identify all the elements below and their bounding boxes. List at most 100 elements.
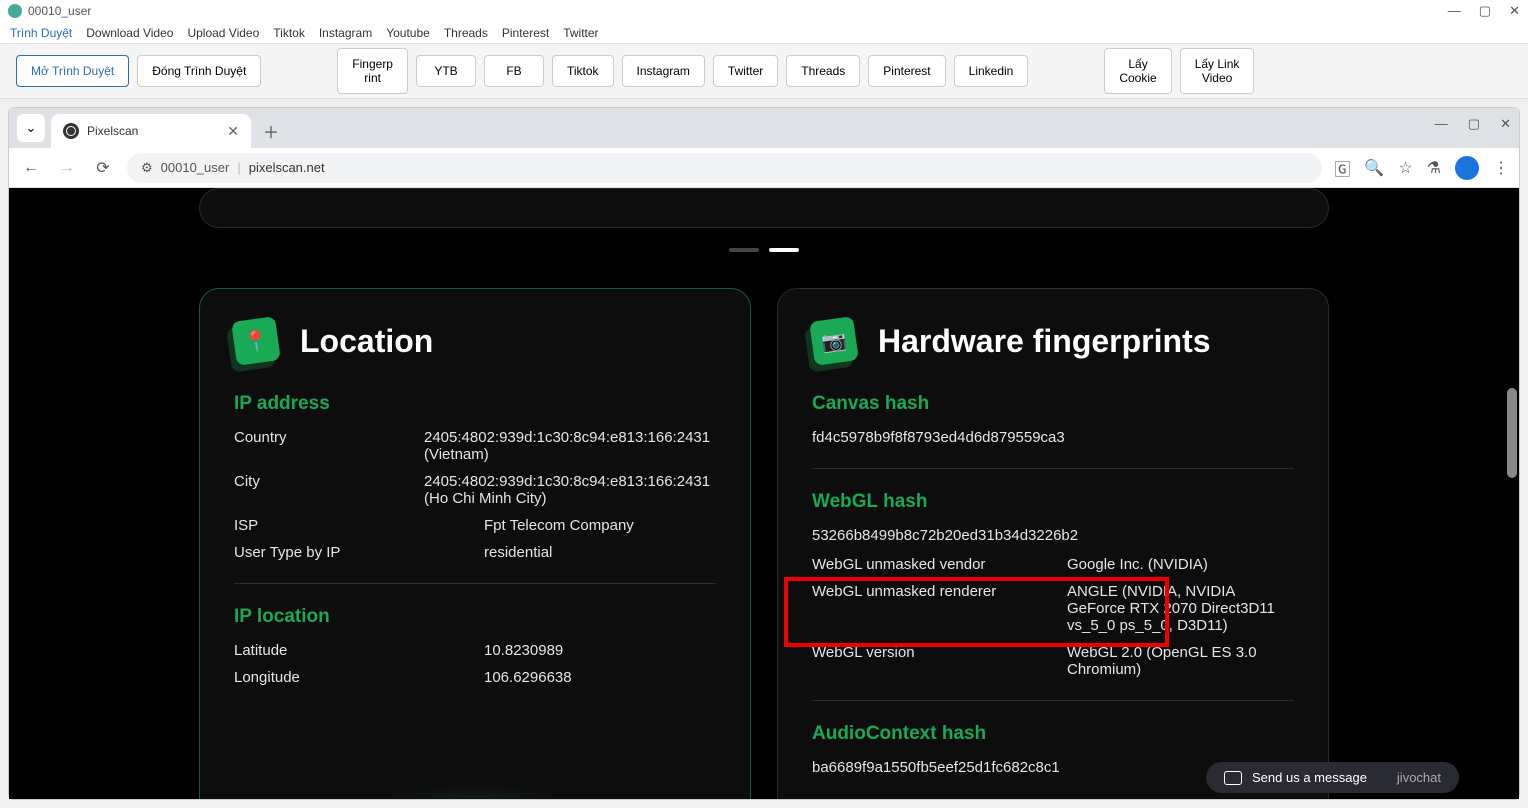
address-url: pixelscan.net	[249, 160, 325, 175]
maximize-icon[interactable]: ▢	[1479, 3, 1491, 19]
fb-button[interactable]: FB	[484, 55, 544, 87]
browser-minimize-icon[interactable]: ―	[1435, 116, 1448, 132]
hardware-icon: 📷	[809, 316, 859, 366]
twitter-button[interactable]: Twitter	[713, 55, 778, 87]
browser-maximize-icon[interactable]: ▢	[1468, 116, 1480, 132]
new-tab-button[interactable]: ＋	[257, 117, 285, 145]
slide-dot-1[interactable]	[729, 248, 759, 252]
slider-indicator[interactable]	[199, 248, 1329, 252]
isp-value: Fpt Telecom Company	[424, 517, 716, 534]
location-icon: 📍	[231, 316, 281, 366]
location-card: 📍 Location IP address Country 2405:4802:…	[199, 288, 751, 799]
threads-button[interactable]: Threads	[786, 55, 860, 87]
ip-address-heading: IP address	[234, 393, 716, 415]
instagram-button[interactable]: Instagram	[622, 55, 705, 87]
menu-icon[interactable]: ⋮	[1493, 158, 1509, 178]
browser-window-controls: ― ▢ ✕	[1435, 116, 1511, 132]
tab-close-icon[interactable]: ✕	[227, 123, 239, 140]
menu-browser[interactable]: Trình Duyệt	[10, 26, 72, 40]
labs-icon[interactable]: ⚗	[1427, 158, 1441, 178]
back-button[interactable]: ←	[19, 156, 43, 180]
tab-favicon-icon	[63, 123, 79, 139]
menu-threads[interactable]: Threads	[444, 26, 488, 40]
tab-search-button[interactable]: ⌄	[17, 114, 45, 142]
address-profile: 00010_user	[161, 160, 230, 175]
webgl-vendor-label: WebGL unmasked vendor	[812, 556, 1067, 573]
get-cookie-button[interactable]: Lấy Cookie	[1104, 48, 1171, 95]
close-icon[interactable]: ✕	[1509, 3, 1520, 19]
divider	[812, 468, 1294, 469]
usertype-label: User Type by IP	[234, 544, 424, 561]
profile-avatar[interactable]: 👤	[1455, 156, 1479, 180]
country-label: Country	[234, 429, 424, 463]
menu-pinterest[interactable]: Pinterest	[502, 26, 549, 40]
webgl-renderer-value: ANGLE (NVIDIA, NVIDIA GeForce RTX 2070 D…	[1067, 583, 1294, 634]
hardware-title: Hardware fingerprints	[878, 323, 1211, 360]
fingerprint-button[interactable]: Fingerp rint	[337, 48, 408, 95]
webgl-renderer-label: WebGL unmasked renderer	[812, 583, 1067, 634]
webgl-version-value: WebGL 2.0 (OpenGL ES 3.0 Chromium)	[1067, 644, 1294, 678]
tab-strip: ⌄ Pixelscan ✕ ＋ ― ▢ ✕	[9, 108, 1519, 148]
latitude-label: Latitude	[234, 642, 424, 659]
ytb-button[interactable]: YTB	[416, 55, 476, 87]
menu-twitter[interactable]: Twitter	[563, 26, 598, 40]
toolbar: Mở Trình Duyệt Đóng Trình Duyệt Fingerp …	[0, 44, 1528, 99]
country-value: 2405:4802:939d:1c30:8c94:e813:166:2431 (…	[424, 429, 716, 463]
translate-icon[interactable]: 🄶	[1334, 156, 1350, 180]
forward-button[interactable]: →	[55, 156, 79, 180]
longitude-value: 106.6296638	[424, 669, 716, 686]
menu-instagram[interactable]: Instagram	[319, 26, 372, 40]
menu-youtube[interactable]: Youtube	[386, 26, 430, 40]
pinterest-button[interactable]: Pinterest	[868, 55, 945, 87]
browser-frame: ⌄ Pixelscan ✕ ＋ ― ▢ ✕ ← → ⟳ ⚙ 00010_user…	[8, 107, 1520, 800]
chat-message: Send us a message	[1252, 770, 1367, 785]
zoom-icon[interactable]: 🔍	[1364, 158, 1384, 178]
usertype-value: residential	[424, 544, 716, 561]
open-browser-button[interactable]: Mở Trình Duyệt	[16, 55, 129, 87]
browser-close-icon[interactable]: ✕	[1500, 116, 1511, 132]
app-title: 00010_user	[28, 4, 91, 18]
webgl-version-label: WebGL version	[812, 644, 1067, 678]
minimize-icon[interactable]: ―	[1448, 3, 1461, 19]
address-field[interactable]: ⚙ 00010_user | pixelscan.net	[127, 153, 1322, 183]
slide-dot-2[interactable]	[769, 248, 799, 252]
city-label: City	[234, 473, 424, 507]
address-icons: 🄶 🔍 ☆ ⚗ 👤 ⋮	[1334, 156, 1509, 180]
get-link-video-button[interactable]: Lấy Link Video	[1180, 48, 1255, 95]
menu-download-video[interactable]: Download Video	[86, 26, 173, 40]
menubar: Trình Duyệt Download Video Upload Video …	[0, 22, 1528, 44]
location-title: Location	[300, 323, 433, 360]
page-viewport: 📍 Location IP address Country 2405:4802:…	[9, 188, 1519, 799]
linkedin-button[interactable]: Linkedin	[954, 55, 1029, 87]
webgl-vendor-value: Google Inc. (NVIDIA)	[1067, 556, 1294, 573]
app-icon	[8, 4, 22, 18]
canvas-hash-value: fd4c5978b9f8f8793ed4d6d879559ca3	[812, 429, 1294, 446]
reload-button[interactable]: ⟳	[91, 156, 115, 180]
chat-brand: jivochat	[1397, 770, 1441, 785]
webgl-hash-value: 53266b8499b8c72b20ed31b34d3226b2	[812, 527, 1294, 544]
scrollbar-thumb[interactable]	[1507, 388, 1517, 478]
divider	[234, 583, 716, 584]
menu-upload-video[interactable]: Upload Video	[187, 26, 259, 40]
site-settings-icon[interactable]: ⚙	[141, 160, 153, 176]
menu-tiktok[interactable]: Tiktok	[273, 26, 305, 40]
bookmark-icon[interactable]: ☆	[1398, 158, 1412, 178]
app-titlebar: 00010_user ― ▢ ✕	[0, 0, 1528, 22]
divider	[812, 700, 1294, 701]
latitude-value: 10.8230989	[424, 642, 716, 659]
chat-icon	[1224, 771, 1242, 785]
city-value: 2405:4802:939d:1c30:8c94:e813:166:2431 (…	[424, 473, 716, 507]
close-browser-button[interactable]: Đóng Trình Duyệt	[137, 55, 261, 87]
tab-title: Pixelscan	[87, 124, 219, 138]
audio-hash-heading: AudioContext hash	[812, 723, 1294, 745]
ip-location-heading: IP location	[234, 606, 716, 628]
tab-pixelscan[interactable]: Pixelscan ✕	[51, 114, 251, 148]
canvas-hash-heading: Canvas hash	[812, 393, 1294, 415]
isp-label: ISP	[234, 517, 424, 534]
window-controls: ― ▢ ✕	[1448, 3, 1520, 19]
hardware-card: 📷 Hardware fingerprints Canvas hash fd4c…	[777, 288, 1329, 799]
tiktok-button[interactable]: Tiktok	[552, 55, 614, 87]
top-card	[199, 188, 1329, 228]
longitude-label: Longitude	[234, 669, 424, 686]
chat-widget[interactable]: Send us a message jivochat	[1206, 762, 1459, 793]
